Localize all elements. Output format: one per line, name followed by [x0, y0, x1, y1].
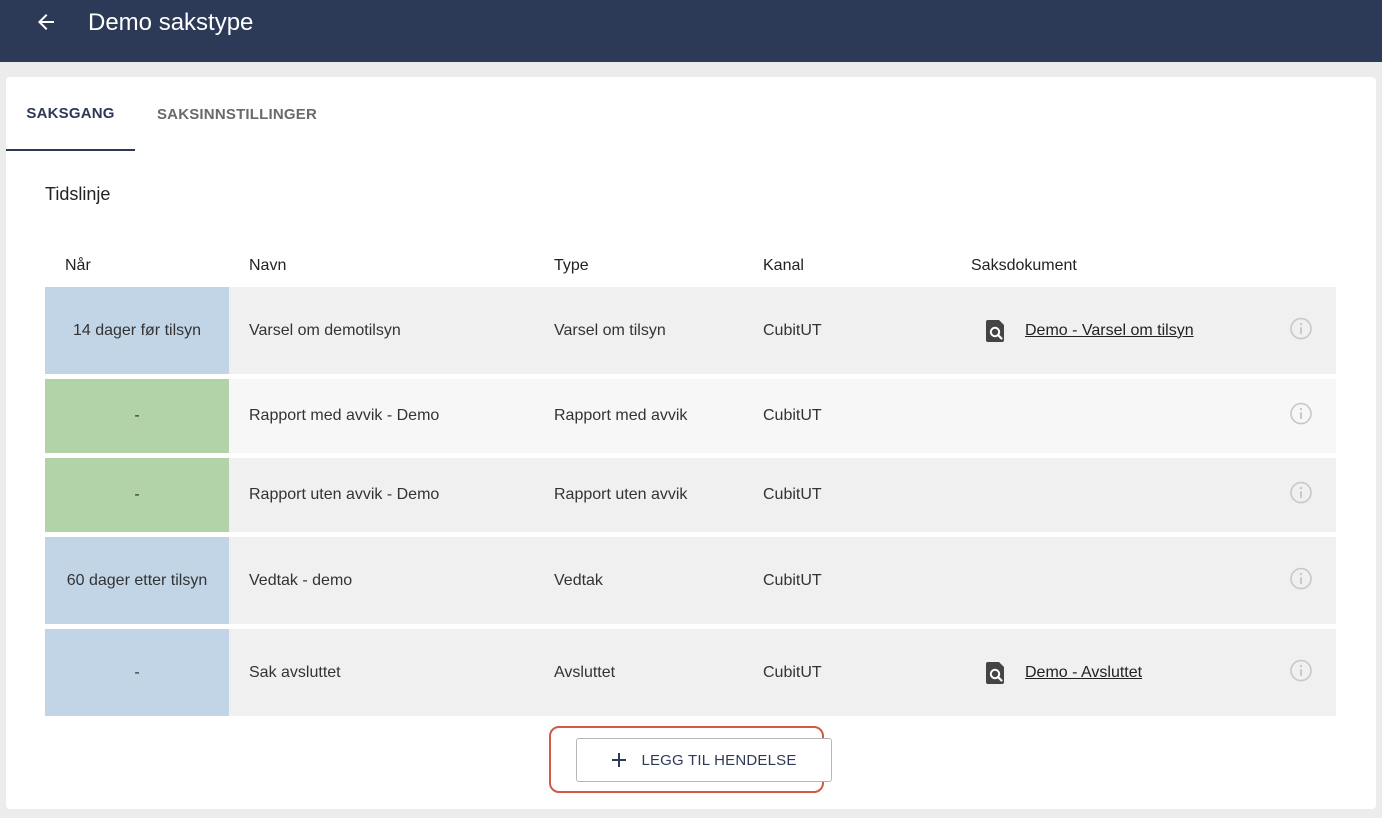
column-header-nar: Når — [65, 257, 91, 274]
type-cell: Avsluttet — [554, 663, 616, 681]
name-cell: Sak avsluttet — [249, 663, 341, 681]
top-app-bar: Demo sakstype — [0, 0, 1382, 62]
column-header-kanal: Kanal — [763, 257, 804, 274]
type-cell: Rapport uten avvik — [554, 486, 688, 503]
column-header-navn: Navn — [249, 257, 287, 274]
document-search-icon[interactable] — [985, 319, 1007, 343]
type-cell: Vedtak — [554, 571, 603, 589]
when-cell: 14 dager før tilsyn — [45, 287, 229, 374]
content-card: SAKSGANG SAKSINNSTILLINGER Tidslinje Når… — [6, 77, 1376, 809]
document-cell: Demo - Avsluttet — [985, 661, 1142, 685]
name-cell: Vedtak - demo — [249, 571, 353, 589]
tab-bar: SAKSGANG SAKSINNSTILLINGER — [6, 77, 1376, 151]
tab-saksinnstillinger[interactable]: SAKSINNSTILLINGER — [135, 77, 339, 151]
document-link[interactable]: Demo - Avsluttet — [1025, 664, 1142, 682]
document-cell: Demo - Varsel om tilsyn — [985, 319, 1194, 343]
add-event-button-label: LEGG TIL HENDELSE — [641, 751, 797, 769]
when-cell: - — [45, 629, 229, 716]
table-row[interactable]: 14 dager før tilsyn Varsel om demotilsyn… — [45, 287, 1336, 374]
arrow-left-icon — [38, 14, 54, 30]
channel-cell: CubitUT — [763, 663, 822, 681]
column-header-type: Type — [554, 257, 589, 274]
when-cell: - — [45, 458, 229, 532]
table-row[interactable]: - Rapport med avvik - Demo Rapport med a… — [45, 379, 1336, 453]
channel-cell: CubitUT — [763, 571, 822, 589]
when-cell: 60 dager etter tilsyn — [45, 537, 229, 624]
table-row[interactable]: - Rapport uten avvik - Demo Rapport uten… — [45, 458, 1336, 532]
channel-cell: CubitUT — [763, 321, 822, 339]
info-icon[interactable] — [1289, 402, 1313, 426]
page-title: Demo sakstype — [88, 9, 254, 36]
name-cell: Rapport uten avvik - Demo — [249, 486, 440, 503]
type-cell: Rapport med avvik — [554, 407, 688, 424]
document-link[interactable]: Demo - Varsel om tilsyn — [1025, 322, 1194, 340]
info-icon[interactable] — [1289, 316, 1313, 340]
info-icon[interactable] — [1289, 481, 1313, 505]
table-row[interactable]: - Sak avsluttet Avsluttet CubitUT Demo -… — [45, 629, 1336, 716]
channel-cell: CubitUT — [763, 407, 822, 424]
table-row[interactable]: 60 dager etter tilsyn Vedtak - demo Vedt… — [45, 537, 1336, 624]
info-icon[interactable] — [1289, 566, 1313, 590]
section-title: Tidslinje — [45, 184, 111, 204]
plus-icon — [612, 753, 627, 767]
type-cell: Varsel om tilsyn — [554, 321, 666, 339]
timeline-table: Når Navn Type Kanal Saksdokument 14 dage… — [45, 249, 1336, 721]
add-event-button[interactable]: LEGG TIL HENDELSE — [576, 738, 832, 782]
channel-cell: CubitUT — [763, 486, 822, 503]
info-icon[interactable] — [1289, 658, 1313, 682]
when-cell: - — [45, 379, 229, 453]
back-button[interactable] — [28, 4, 64, 40]
name-cell: Rapport med avvik - Demo — [249, 407, 440, 424]
table-header: Når Navn Type Kanal Saksdokument — [45, 249, 1336, 287]
column-header-saksdokument: Saksdokument — [971, 257, 1077, 274]
document-search-icon[interactable] — [985, 661, 1007, 685]
tab-saksgang[interactable]: SAKSGANG — [6, 77, 135, 151]
name-cell: Varsel om demotilsyn — [249, 321, 401, 339]
